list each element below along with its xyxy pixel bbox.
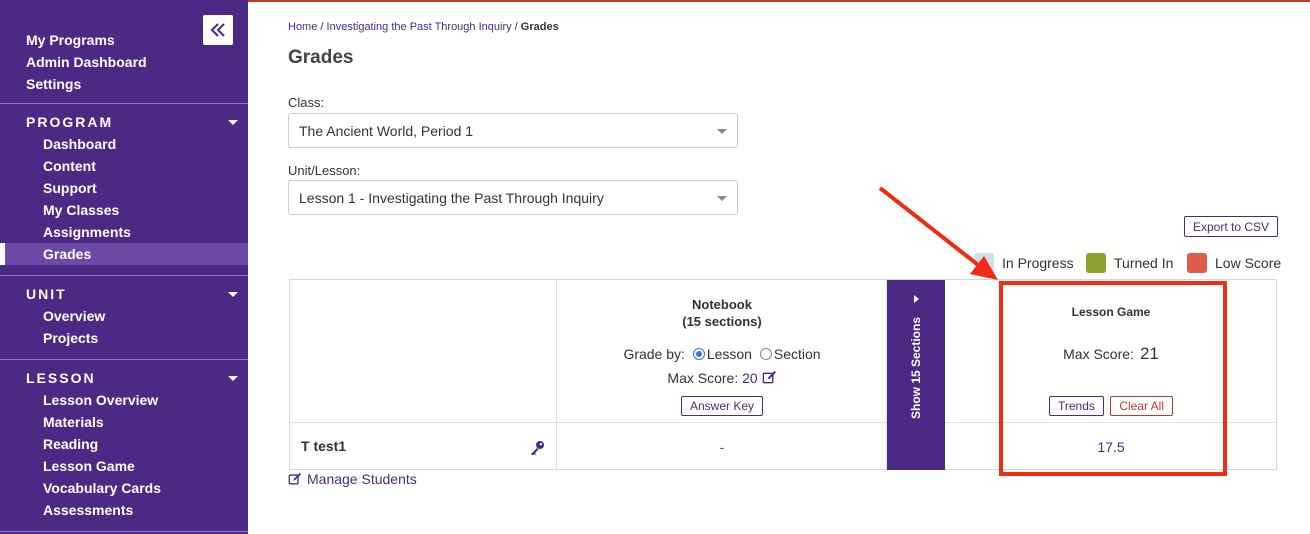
breadcrumb-home-link[interactable]: Home <box>288 21 317 33</box>
grade-by-section-label[interactable]: Section <box>774 346 821 362</box>
legend-swatch <box>1187 253 1207 273</box>
grade-by-lesson-label[interactable]: Lesson <box>707 346 752 362</box>
sidebar-item-grades[interactable]: Grades <box>0 243 248 265</box>
notebook-title: Notebook <box>692 297 752 312</box>
legend-label: Low Score <box>1215 255 1282 271</box>
grade-by-label: Grade by: <box>623 346 685 362</box>
sidebar-section-title: UNIT <box>26 286 67 302</box>
collapse-sidebar-button[interactable] <box>203 15 233 45</box>
grade-by-options: Grade by: Lesson Section <box>557 346 887 362</box>
grade-by-section-radio[interactable] <box>759 348 772 360</box>
sidebar-item-materials[interactable]: Materials <box>0 411 248 433</box>
edit-icon <box>288 472 302 485</box>
notebook-column-title: Notebook (15 sections) <box>557 296 887 330</box>
legend-label: Turned In <box>1114 255 1174 271</box>
unit-lesson-select[interactable]: Lesson 1 - Investigating the Past Throug… <box>288 180 738 215</box>
table-header-student <box>290 280 557 423</box>
class-select-value: The Ancient World, Period 1 <box>299 122 474 139</box>
breadcrumb-separator: / <box>320 21 324 33</box>
legend-swatch <box>1086 253 1106 273</box>
sidebar-item-vocabulary-cards[interactable]: Vocabulary Cards <box>0 477 248 499</box>
sidebar-section-lesson: LESSON Lesson Overview Materials Reading… <box>0 359 248 521</box>
sidebar: My Programs Admin Dashboard Settings PRO… <box>0 0 248 534</box>
sidebar-top-links: My Programs Admin Dashboard Settings <box>26 29 147 95</box>
dropdown-arrow-icon <box>717 196 727 201</box>
legend-low-score: Low Score <box>1187 253 1281 273</box>
sidebar-item-settings[interactable]: Settings <box>26 73 147 95</box>
legend-label: In Progress <box>1002 255 1074 271</box>
page-title: Grades <box>288 47 354 68</box>
breadcrumb: Home / Investigating the Past Through In… <box>288 21 559 33</box>
sidebar-item-projects[interactable]: Projects <box>0 327 248 349</box>
answer-key-button[interactable]: Answer Key <box>680 396 764 416</box>
caret-down-icon <box>228 375 238 381</box>
breadcrumb-current: Grades <box>520 21 559 33</box>
sidebar-item-overview[interactable]: Overview <box>0 305 248 327</box>
sidebar-item-assessments[interactable]: Assessments <box>0 499 248 521</box>
sidebar-section-program: PROGRAM Dashboard Content Support My Cla… <box>0 103 248 265</box>
sidebar-item-my-classes[interactable]: My Classes <box>0 199 248 221</box>
edit-icon[interactable] <box>762 370 777 385</box>
sidebar-section-unit: UNIT Overview Projects <box>0 275 248 349</box>
max-score-label: Max Score: <box>667 370 739 386</box>
sidebar-bottom-divider <box>0 531 248 532</box>
sidebar-section-title: PROGRAM <box>26 114 114 130</box>
sidebar-item-lesson-game[interactable]: Lesson Game <box>0 455 248 477</box>
dropdown-arrow-icon <box>717 129 727 134</box>
class-select[interactable]: The Ancient World, Period 1 <box>288 113 738 148</box>
caret-down-icon <box>228 119 238 125</box>
notebook-max-score: Max Score: 20 <box>557 370 887 386</box>
annotation-highlight-box <box>999 281 1227 476</box>
double-chevron-left-icon <box>210 23 225 37</box>
key-icon[interactable] <box>529 440 545 456</box>
show-sections-label: Show 15 Sections <box>909 316 923 420</box>
annotation-arrow-icon <box>878 186 998 280</box>
unit-lesson-label: Unit/Lesson: <box>288 163 361 178</box>
notebook-subtitle: (15 sections) <box>682 314 762 329</box>
sidebar-item-content[interactable]: Content <box>0 155 248 177</box>
notebook-max-score-value[interactable]: 20 <box>742 370 758 386</box>
export-csv-button[interactable]: Export to CSV <box>1184 216 1279 237</box>
caret-down-icon <box>228 291 238 297</box>
sidebar-item-admin-dashboard[interactable]: Admin Dashboard <box>26 51 147 73</box>
sidebar-item-reading[interactable]: Reading <box>0 433 248 455</box>
sidebar-item-my-programs[interactable]: My Programs <box>26 29 147 51</box>
answer-key-wrap: Answer Key <box>557 396 887 416</box>
sidebar-section-unit-header[interactable]: UNIT <box>0 283 248 305</box>
sidebar-item-lesson-overview[interactable]: Lesson Overview <box>0 389 248 411</box>
notebook-score-value: - <box>719 439 725 455</box>
breadcrumb-program-link[interactable]: Investigating the Past Through Inquiry <box>327 21 512 33</box>
breadcrumb-separator: / <box>514 21 518 33</box>
manage-students-label: Manage Students <box>307 471 417 487</box>
student-name: T test1 <box>301 438 347 454</box>
sidebar-item-dashboard[interactable]: Dashboard <box>0 133 248 155</box>
caret-right-icon <box>914 295 919 303</box>
sidebar-section-program-header[interactable]: PROGRAM <box>0 111 248 133</box>
sidebar-section-lesson-header[interactable]: LESSON <box>0 367 248 389</box>
class-label: Class: <box>288 95 325 110</box>
unit-lesson-select-value: Lesson 1 - Investigating the Past Throug… <box>299 189 604 206</box>
legend-turned-in: Turned In <box>1086 253 1173 273</box>
show-sections-toggle[interactable]: Show 15 Sections <box>887 280 945 470</box>
sidebar-item-assignments[interactable]: Assignments <box>0 221 248 243</box>
manage-students-link[interactable]: Manage Students <box>288 471 417 487</box>
grade-by-lesson-radio[interactable] <box>692 348 705 360</box>
sidebar-item-support[interactable]: Support <box>0 177 248 199</box>
sidebar-section-title: LESSON <box>26 370 96 386</box>
